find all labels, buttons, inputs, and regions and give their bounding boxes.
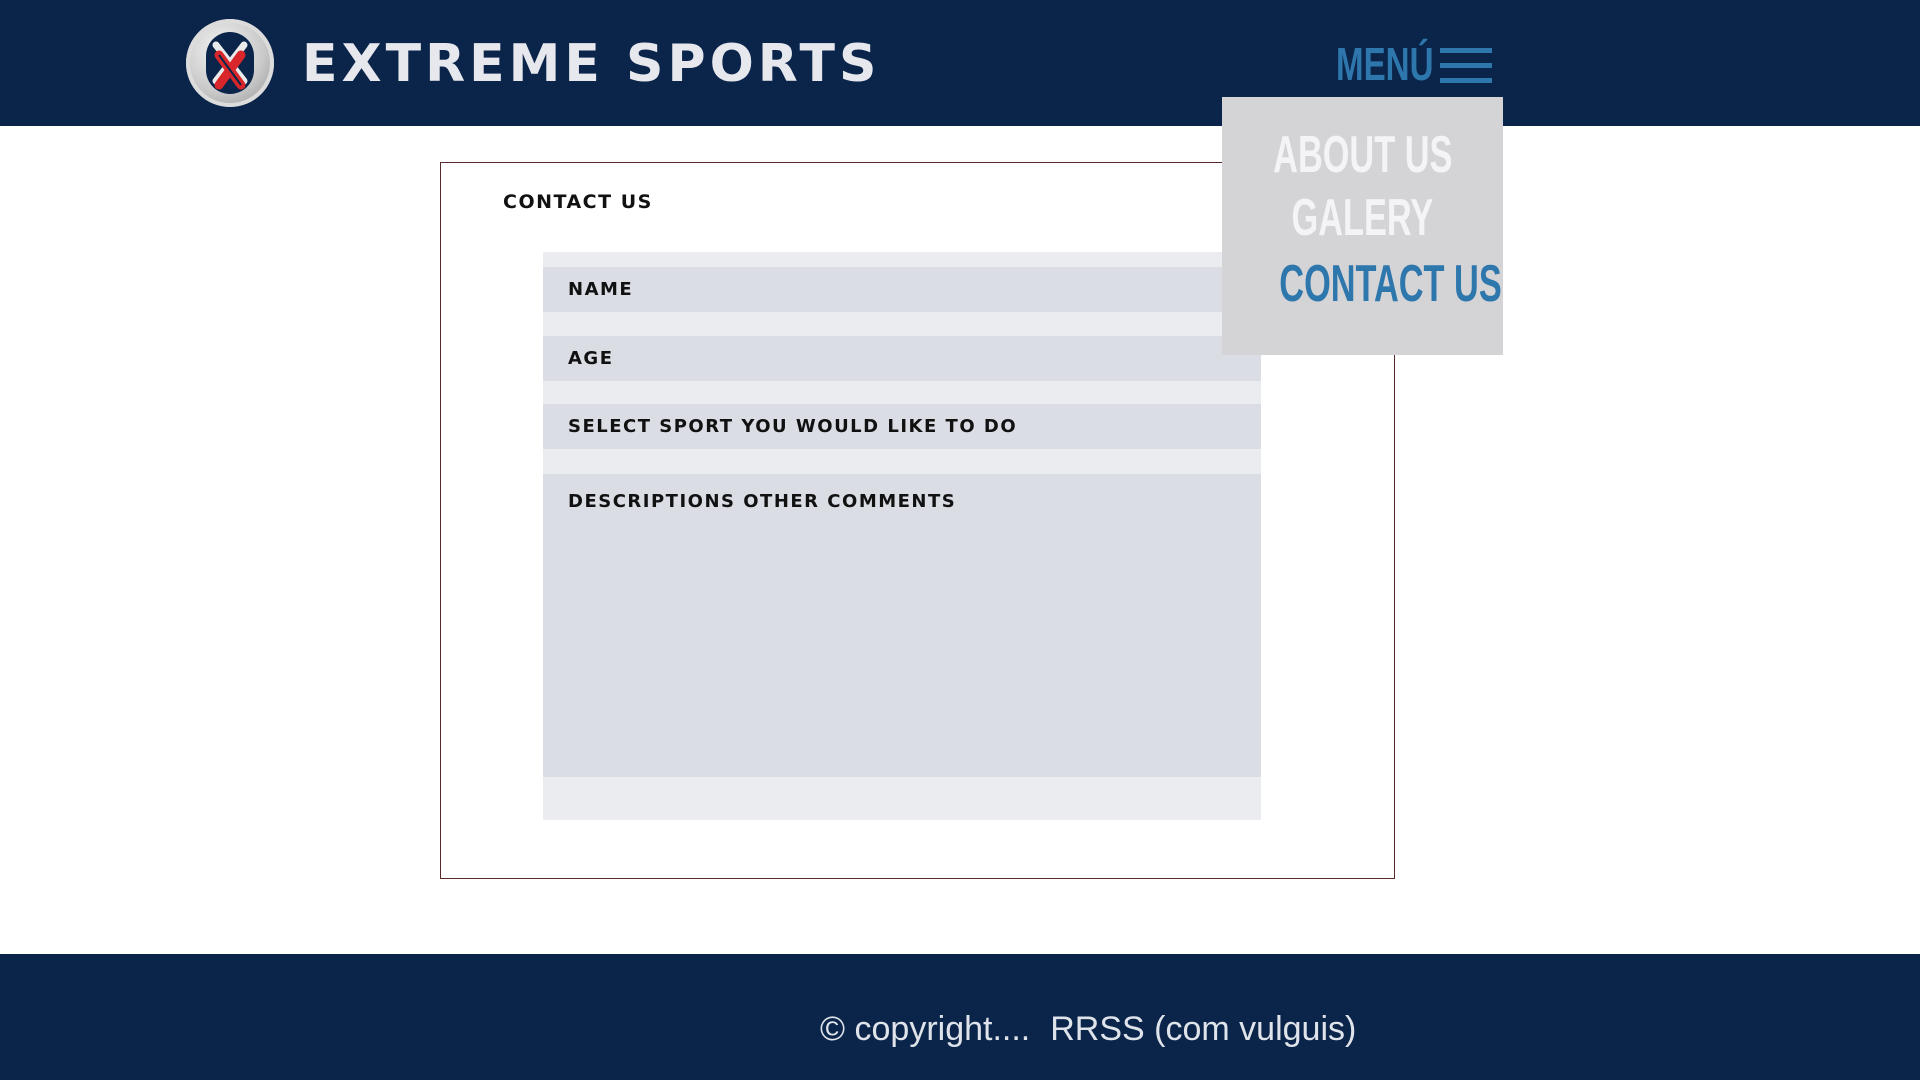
site-header: EXTREME SPORTS MENÚ <box>0 0 1920 126</box>
copyright-text: © copyright.... <box>820 1010 1031 1048</box>
menu-item-about-us[interactable]: ABOUT US <box>1222 125 1503 185</box>
menu-item-label: CONTACT US <box>1279 255 1502 313</box>
menu-dropdown: ABOUT US GALERY CONTACT US <box>1222 97 1503 355</box>
social-link[interactable]: RRSS (com vulguis) <box>1050 1006 1356 1052</box>
page-title: CONTACT US <box>503 191 653 213</box>
menu-item-label: ABOUT US <box>1272 126 1453 184</box>
sport-select[interactable]: SELECT SPORT YOU WOULD LIKE TO DO <box>543 404 1261 449</box>
name-field[interactable]: NAME <box>543 267 1261 312</box>
description-textarea[interactable]: DESCRIPTIONS OTHER COMMENTS <box>543 474 1261 777</box>
menu-item-label: GALERY <box>1291 189 1434 247</box>
site-title: EXTREME SPORTS <box>302 34 881 94</box>
x-logo-icon[interactable] <box>186 19 274 107</box>
menu-item-contact-us[interactable]: CONTACT US <box>1222 254 1503 314</box>
menu-item-galery[interactable]: GALERY <box>1222 188 1503 248</box>
logo-x-mark <box>212 41 248 90</box>
menu-label: MENÚ <box>1336 38 1434 90</box>
footer-text: © copyright.... RRSS (com vulguis) <box>820 1006 1356 1052</box>
site-footer: © copyright.... RRSS (com vulguis) <box>0 954 1920 1080</box>
age-field[interactable]: AGE <box>543 336 1261 381</box>
menu-toggle-button[interactable]: MENÚ <box>1336 36 1496 92</box>
hamburger-icon <box>1440 48 1492 84</box>
contact-form: NAME AGE SELECT SPORT YOU WOULD LIKE TO … <box>543 252 1261 820</box>
